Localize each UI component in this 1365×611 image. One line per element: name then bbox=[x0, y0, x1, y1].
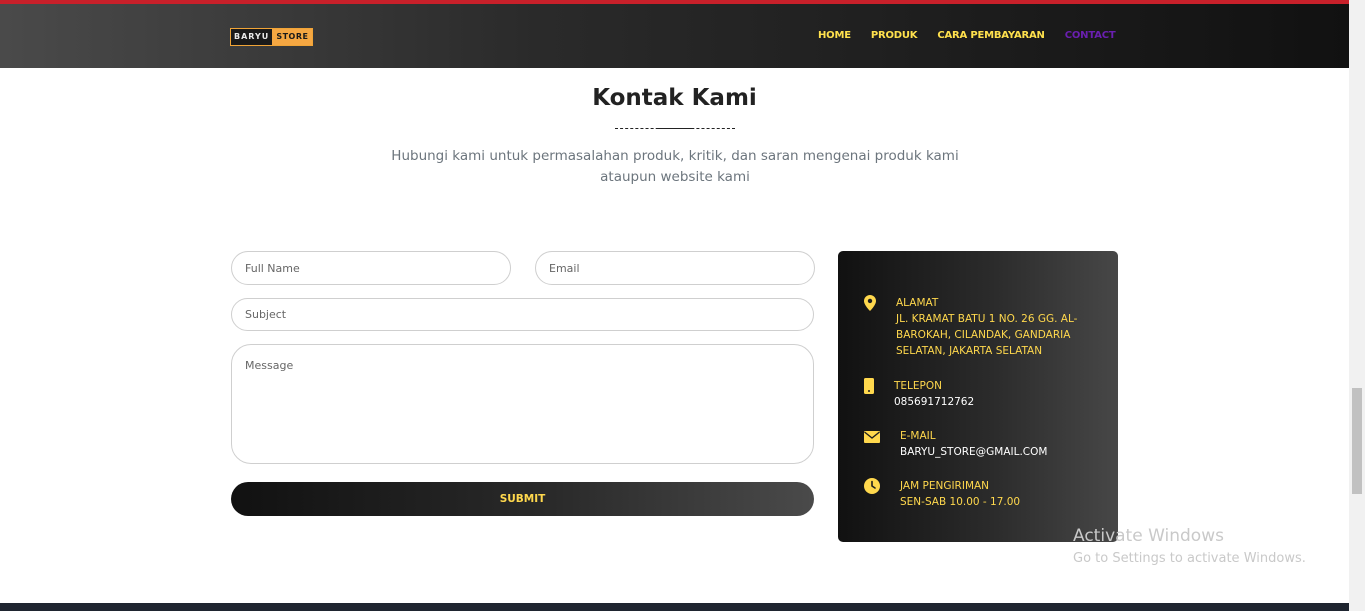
subtitle-line-2: ataupun website kami bbox=[600, 169, 750, 185]
address-label: ALAMAT bbox=[896, 297, 939, 309]
contact-info-card: ALAMAT JL. KRAMAT BATU 1 NO. 26 GG. AL- … bbox=[838, 251, 1118, 542]
message-textarea[interactable] bbox=[231, 344, 814, 464]
clock-icon bbox=[864, 478, 880, 494]
page-subtitle: Hubungi kami untuk permasalahan produk, … bbox=[380, 146, 970, 188]
navbar: BARYU STORE HOME PRODUK CARA PEMBAYARAN … bbox=[0, 4, 1349, 68]
brand-logo[interactable]: BARYU STORE bbox=[230, 28, 314, 46]
full-name-input[interactable] bbox=[231, 251, 511, 285]
nav-link-contact[interactable]: CONTACT bbox=[1065, 30, 1116, 42]
phone-label: TELEPON bbox=[894, 380, 942, 392]
address-line-3: SELATAN, JAKARTA SELATAN bbox=[896, 345, 1043, 357]
logo-text-store: STORE bbox=[272, 29, 313, 45]
scrollbar-track[interactable] bbox=[1349, 0, 1365, 611]
nav-links: HOME PRODUK CARA PEMBAYARAN CONTACT bbox=[818, 30, 1136, 42]
scrollbar-thumb[interactable] bbox=[1352, 388, 1362, 494]
envelope-icon bbox=[864, 431, 880, 443]
email-value[interactable]: BARYU_STORE@GMAIL.COM bbox=[900, 444, 1047, 460]
nav-link-cara-pembayaran[interactable]: CARA PEMBAYARAN bbox=[937, 30, 1045, 42]
address-value: JL. KRAMAT BATU 1 NO. 26 GG. AL- BAROKAH… bbox=[896, 311, 1101, 359]
address-line-2: BAROKAH, CILANDAK, GANDARIA bbox=[896, 329, 1071, 341]
email-input[interactable] bbox=[535, 251, 815, 285]
subtitle-line-1: Hubungi kami untuk permasalahan produk, … bbox=[391, 148, 959, 164]
phone-value: 085691712762 bbox=[894, 396, 975, 408]
footer-strip bbox=[0, 603, 1349, 611]
nav-link-produk[interactable]: PRODUK bbox=[871, 30, 918, 42]
activate-windows-title: Activate Windows bbox=[1073, 526, 1224, 546]
address-line-1: JL. KRAMAT BATU 1 NO. 26 GG. AL- bbox=[896, 313, 1078, 325]
title-divider-center bbox=[656, 128, 694, 129]
logo-text-baryu: BARYU bbox=[231, 29, 273, 45]
email-label: E-MAIL bbox=[900, 430, 936, 442]
hours-value: SEN-SAB 10.00 - 17.00 bbox=[900, 496, 1021, 508]
activate-windows-subtitle: Go to Settings to activate Windows. bbox=[1073, 551, 1306, 566]
subject-input[interactable] bbox=[231, 298, 814, 331]
page-title: Kontak Kami bbox=[592, 85, 757, 111]
nav-link-home[interactable]: HOME bbox=[818, 30, 851, 42]
phone-icon bbox=[864, 378, 874, 394]
submit-button[interactable]: SUBMIT bbox=[231, 482, 814, 516]
location-pin-icon bbox=[864, 295, 876, 311]
hours-label: JAM PENGIRIMAN bbox=[900, 480, 990, 492]
